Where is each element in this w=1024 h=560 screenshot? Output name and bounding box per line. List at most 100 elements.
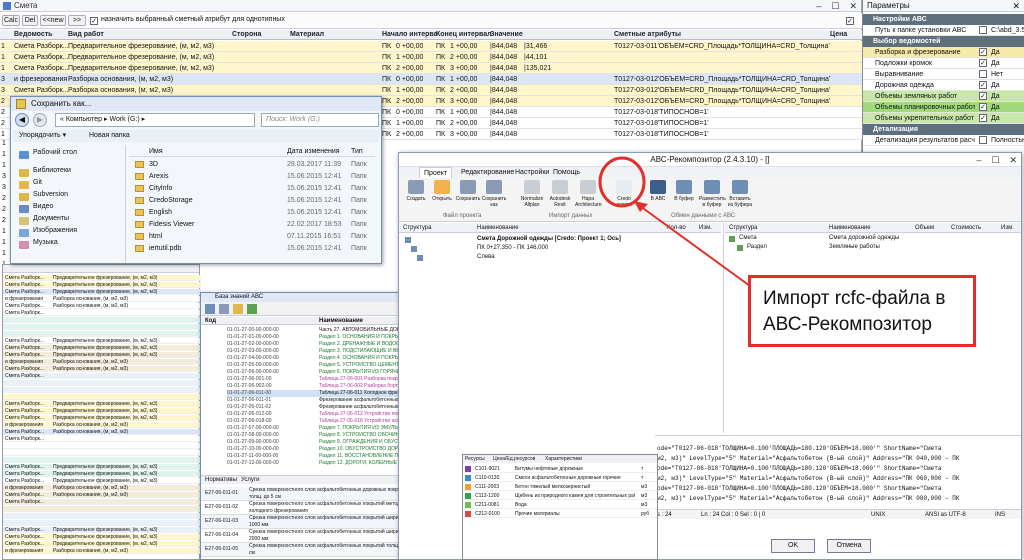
file-row[interactable]: html 07.11.2015 16:51 Папк xyxy=(129,231,375,243)
new-button[interactable]: <<new xyxy=(40,15,66,26)
param-checkbox[interactable] xyxy=(979,136,987,144)
tree-row[interactable]: ПК 0+27,350 - ПК 146,000 xyxy=(477,244,548,253)
param-value[interactable]: Полностью xyxy=(991,135,1024,146)
ribbon-button[interactable]: Создать xyxy=(403,180,429,212)
nav-item[interactable]: Изображения xyxy=(33,227,77,234)
column-header[interactable]: Сторона xyxy=(232,30,261,40)
param-checkbox[interactable]: ✓ xyxy=(979,59,987,67)
minimize-icon[interactable]: – xyxy=(976,154,981,166)
new-folder-button[interactable]: Новая папка xyxy=(89,130,130,142)
close-icon[interactable]: ✕ xyxy=(1012,0,1020,12)
file-row[interactable]: 3D 29.03.2017 11:39 Папк xyxy=(129,159,375,171)
file-row[interactable]: Citylnfo 15.06.2015 12:41 Папк xyxy=(129,183,375,195)
param-checkbox[interactable] xyxy=(979,70,987,78)
column-header[interactable]: Значение xyxy=(490,30,523,40)
col-date[interactable]: Дата изменения xyxy=(287,147,340,157)
table-row[interactable]: Смета Разборк... Предварительное фрезеров… xyxy=(3,541,201,547)
table-row[interactable]: С113-1200 Щебень из природного камня для … xyxy=(463,492,657,500)
param-value[interactable]: C:\abd_3.5.4 xyxy=(991,25,1024,36)
table-row[interactable]: и фрезерования Разборка основания, (м, м2… xyxy=(3,422,201,428)
organize-button[interactable]: Упорядочить ▾ xyxy=(19,130,66,142)
nav-item[interactable]: Subversion xyxy=(33,191,68,198)
table-row[interactable]: Смета Разборк... Предварительное фрезеров… xyxy=(3,534,201,540)
table-row[interactable]: Смета Разборк... Предварительное фрезеров… xyxy=(3,282,201,288)
table-row[interactable] xyxy=(3,450,201,456)
param-value[interactable]: Да xyxy=(991,80,1000,91)
table-row[interactable] xyxy=(3,324,201,330)
file-row[interactable]: English 15.06.2015 12:41 Папк xyxy=(129,207,375,219)
table-row[interactable]: С211-0081 Вода м3 xyxy=(463,501,657,509)
file-row[interactable]: iertutil.pdb 15.06.2015 12:41 Папк xyxy=(129,243,375,255)
forward-icon[interactable]: ▶ xyxy=(33,113,47,127)
ribbon-button[interactable]: Normalize Allplan xyxy=(519,180,545,212)
tab-resources[interactable]: Ресурсы xyxy=(465,455,485,463)
tab-normatives[interactable]: Нормативы xyxy=(205,476,237,485)
column-header[interactable]: Ведомость xyxy=(14,30,52,40)
col-volume[interactable]: Объем xyxy=(915,223,934,233)
table-row[interactable]: Смета Разборк... Предварительное фрезеров… xyxy=(3,408,201,414)
table-row[interactable]: Смета Разборк... Предварительное фрезеров… xyxy=(3,401,201,407)
col-structure[interactable]: Структура xyxy=(729,223,757,233)
nav-item[interactable]: Рабочий стол xyxy=(33,149,77,156)
minimize-icon[interactable]: – xyxy=(816,0,821,12)
col-name[interactable]: Наименование xyxy=(829,223,871,233)
col-structure[interactable]: Структура xyxy=(403,223,431,233)
ok-button[interactable]: OK xyxy=(771,539,815,553)
param-checkbox[interactable]: ✓ xyxy=(979,114,987,122)
param-checkbox[interactable]: ✓ xyxy=(979,103,987,111)
table-row[interactable]: Смета Разборк... Предварительное фрезеров… xyxy=(3,352,201,358)
params-row[interactable]: Объемы планировочных работ ✓ Да xyxy=(863,102,1024,113)
ribbon-button[interactable]: В буфер xyxy=(671,180,697,212)
params-row[interactable]: Объемы земляных работ ✓ Да xyxy=(863,91,1024,102)
column-header[interactable]: Начало интерва xyxy=(382,30,438,40)
ribbon-button[interactable]: Credo дороги xyxy=(611,180,637,212)
param-checkbox[interactable]: ✓ xyxy=(979,48,987,56)
table-row[interactable]: Смета Разборк... Разборка основания, (м, … xyxy=(3,429,201,435)
nav-item[interactable]: Музыка xyxy=(33,239,58,246)
back-icon[interactable]: ◀ xyxy=(15,113,29,127)
file-row[interactable]: Arexis 15.06.2015 12:41 Папк xyxy=(129,171,375,183)
nav-item[interactable]: Документы xyxy=(33,215,69,222)
column-header[interactable]: Вид работ xyxy=(68,30,104,40)
col-type[interactable]: Тип xyxy=(351,147,363,157)
ribbon-button[interactable]: Autodesk Revit xyxy=(547,180,573,212)
column-header[interactable]: Цена xyxy=(830,30,847,40)
table-row[interactable]: Смета Разборк... Предварительное фрезеров… xyxy=(3,345,201,351)
col-cost[interactable]: Стоимость xyxy=(951,223,981,233)
col-name[interactable]: Имя xyxy=(149,147,163,157)
table-row[interactable]: Смета Разборк... xyxy=(3,499,201,505)
table-row[interactable]: Смета Разборк... Предварительное фрезеров… xyxy=(3,527,201,533)
tab-services[interactable]: Услуги xyxy=(241,476,259,485)
table-row[interactable] xyxy=(3,506,201,512)
table-row[interactable]: 1 Смета Разборк... Предварительное фрезеро… xyxy=(0,63,862,74)
ribbon-button[interactable]: Сохранить как xyxy=(481,180,507,212)
table-row[interactable]: Смета Разборк... xyxy=(3,310,201,316)
nav-item[interactable]: Видео xyxy=(33,203,53,210)
table-row[interactable]: Смета Разборк... xyxy=(3,373,201,379)
table-row[interactable] xyxy=(3,331,201,337)
tool-icon[interactable] xyxy=(219,304,229,314)
table-row[interactable]: и фрезерования Разборка основания, (м, м2… xyxy=(3,485,201,491)
params-row[interactable]: Подложки кромок ✓ Да xyxy=(863,58,1024,69)
tab-help[interactable]: Помощь xyxy=(549,167,584,178)
col-name[interactable]: Наименование xyxy=(477,223,519,233)
ribbon-button[interactable]: Разместить в буфер xyxy=(699,180,726,212)
tool-icon[interactable] xyxy=(233,304,243,314)
nav-item[interactable]: Библиотеки xyxy=(33,167,71,174)
col-qty[interactable]: Кол-во xyxy=(667,223,686,233)
table-row[interactable]: Смета Разборк... Разборка основания, (м, … xyxy=(3,492,201,498)
tree-row-name[interactable]: Земляные работы xyxy=(829,243,880,252)
close-icon[interactable]: ✕ xyxy=(849,0,857,12)
column-header[interactable]: Сметные атрибуты xyxy=(614,30,681,40)
param-value[interactable]: Да xyxy=(991,47,1000,58)
tree-row-name[interactable]: Смета дорожной одежды xyxy=(829,234,899,243)
tab-settings[interactable]: Настройки xyxy=(511,167,553,178)
name-column[interactable]: Наименование xyxy=(319,317,363,325)
table-row[interactable]: и фрезерования Разборка основания, (м, м2… xyxy=(3,359,201,365)
table-row[interactable]: Смета Разборк... Предварительное фрезеров… xyxy=(3,338,201,344)
table-row[interactable]: Смета Разборк... Разборка основания, (м, … xyxy=(3,366,201,372)
assign-attr-checkbox[interactable]: ✓ xyxy=(90,17,98,25)
calc-button[interactable]: Calc xyxy=(2,15,20,26)
ribbon-button[interactable]: Вставить из буфера xyxy=(727,180,753,212)
param-checkbox[interactable]: ✓ xyxy=(979,92,987,100)
